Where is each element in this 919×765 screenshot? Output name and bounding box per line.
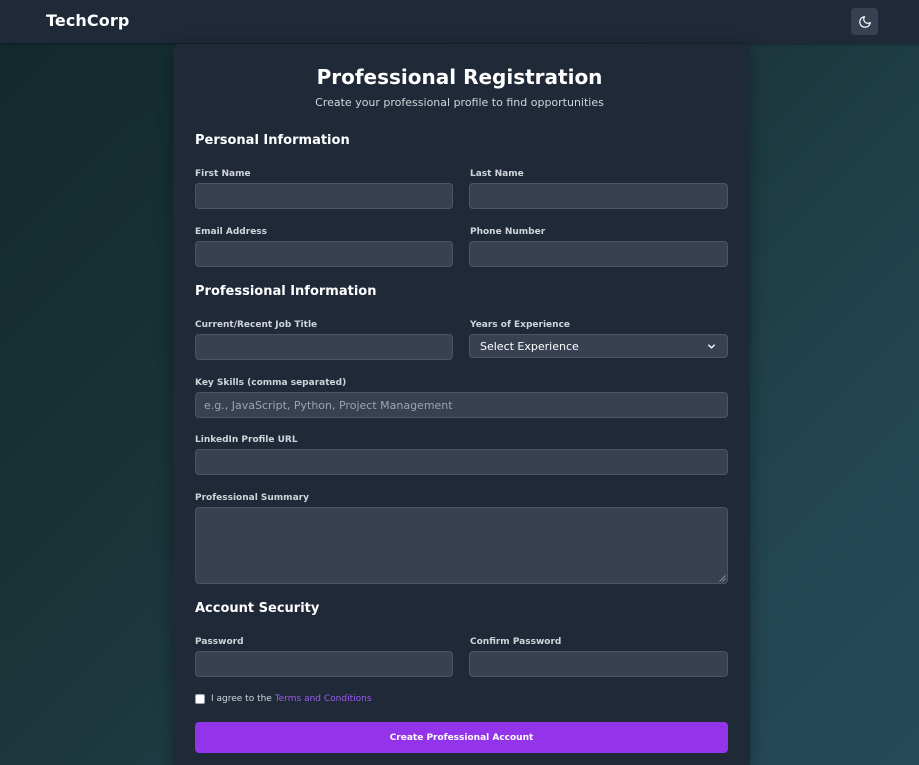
linkedin-input[interactable] — [195, 449, 728, 475]
moon-icon — [858, 15, 871, 28]
theme-toggle-button[interactable] — [851, 8, 878, 35]
experience-select[interactable]: Select Experience — [469, 334, 728, 358]
terms-agreement-text: I agree to the Terms and Conditions — [211, 694, 372, 704]
section-personal-heading: Personal Information — [195, 133, 350, 148]
resize-grip-icon[interactable] — [719, 575, 726, 582]
section-security-heading: Account Security — [195, 601, 320, 616]
job-title-input[interactable] — [195, 334, 453, 360]
email-input[interactable] — [195, 241, 453, 267]
linkedin-label: LinkedIn Profile URL — [195, 435, 298, 445]
summary-textarea[interactable] — [195, 507, 728, 584]
confirm-password-label: Confirm Password — [470, 637, 562, 647]
password-input[interactable] — [195, 651, 453, 677]
summary-label: Professional Summary — [195, 493, 309, 503]
navbar: TechCorp — [0, 0, 919, 43]
experience-label: Years of Experience — [470, 320, 571, 330]
terms-checkbox[interactable] — [195, 694, 205, 704]
page-subtitle: Create your professional profile to find… — [315, 96, 604, 109]
page-title: Professional Registration — [316, 65, 603, 89]
job-title-label: Current/Recent Job Title — [195, 320, 318, 330]
confirm-password-input[interactable] — [469, 651, 728, 677]
password-label: Password — [195, 637, 244, 647]
terms-prefix: I agree to the — [211, 694, 275, 704]
chevron-down-icon — [708, 343, 715, 349]
last-name-input[interactable] — [469, 183, 728, 209]
phone-input[interactable] — [469, 241, 728, 267]
skills-label: Key Skills (comma separated) — [195, 378, 347, 388]
phone-label: Phone Number — [470, 227, 546, 237]
last-name-label: Last Name — [470, 169, 524, 179]
experience-selected-value: Select Experience — [480, 339, 579, 353]
terms-link[interactable]: Terms and Conditions — [275, 694, 372, 704]
skills-input[interactable] — [195, 392, 728, 418]
section-professional-heading: Professional Information — [195, 284, 377, 299]
first-name-label: First Name — [195, 169, 251, 179]
first-name-input[interactable] — [195, 183, 453, 209]
brand-logo[interactable]: TechCorp — [46, 11, 129, 30]
email-label: Email Address — [195, 227, 268, 237]
create-account-button[interactable]: Create Professional Account — [195, 722, 728, 753]
